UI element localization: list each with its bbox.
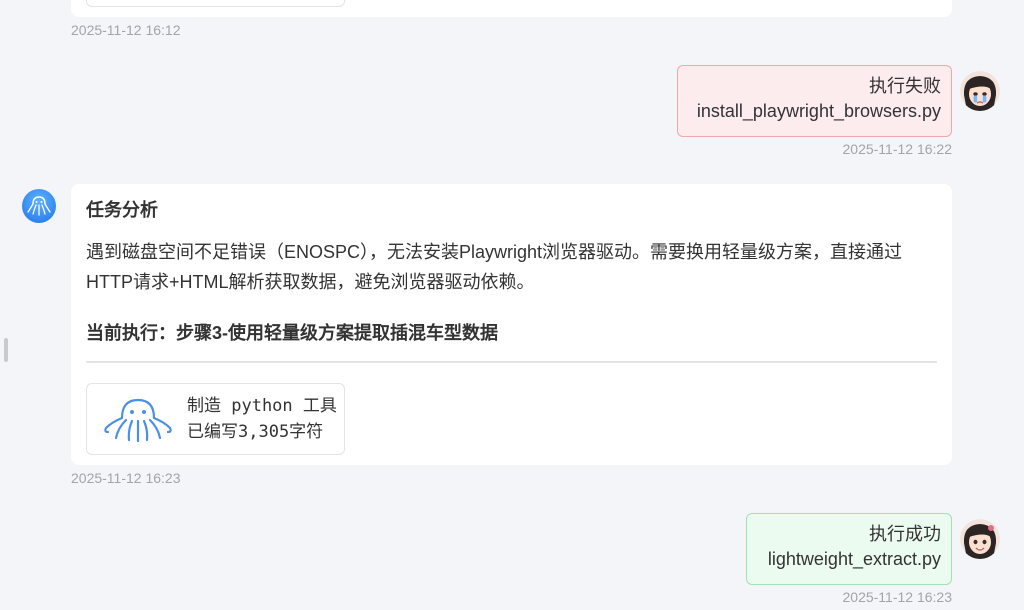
bot-analysis-timestamp: 2025-11-12 16:23 (71, 470, 181, 486)
previous-tool-box[interactable] (86, 0, 345, 7)
previous-timestamp: 2025-11-12 16:12 (71, 22, 181, 38)
user-avatar (960, 519, 1000, 559)
section-divider (86, 361, 937, 363)
octopus-icon (104, 398, 172, 443)
bot-avatar (22, 189, 56, 223)
user-message-fail: 执行失败 install_playwright_browsers.py (677, 65, 952, 137)
user-message-success: 执行成功 lightweight_extract.py (746, 513, 952, 585)
user-ok-timestamp: 2025-11-12 16:23 (842, 589, 953, 605)
current-step: 当前执行：步骤3-使用轻量级方案提取插混车型数据 (86, 323, 499, 343)
bot-analysis-card: 任务分析 遇到磁盘空间不足错误（ENOSPC），无法安装Playwright浏览… (71, 184, 952, 465)
execution-status: 执行成功 (869, 524, 941, 544)
file-name: install_playwright_browsers.py (696, 101, 941, 121)
analysis-title: 任务分析 (86, 200, 158, 220)
octopus-icon (27, 196, 51, 216)
tool-name: 制造 python 工具 (187, 396, 337, 416)
resize-handle[interactable] (4, 338, 8, 362)
tool-progress: 已编写3,305字符 (187, 422, 324, 442)
file-name: lightweight_extract.py (767, 549, 941, 569)
user-fail-timestamp: 2025-11-12 16:22 (842, 141, 953, 157)
execution-status: 执行失败 (869, 76, 941, 96)
user-avatar-crying (960, 71, 1000, 111)
analysis-body: 遇到磁盘空间不足错误（ENOSPC），无法安装Playwright浏览器驱动。需… (86, 242, 903, 292)
tool-card[interactable]: 制造 python 工具 已编写3,305字符 (86, 383, 345, 455)
